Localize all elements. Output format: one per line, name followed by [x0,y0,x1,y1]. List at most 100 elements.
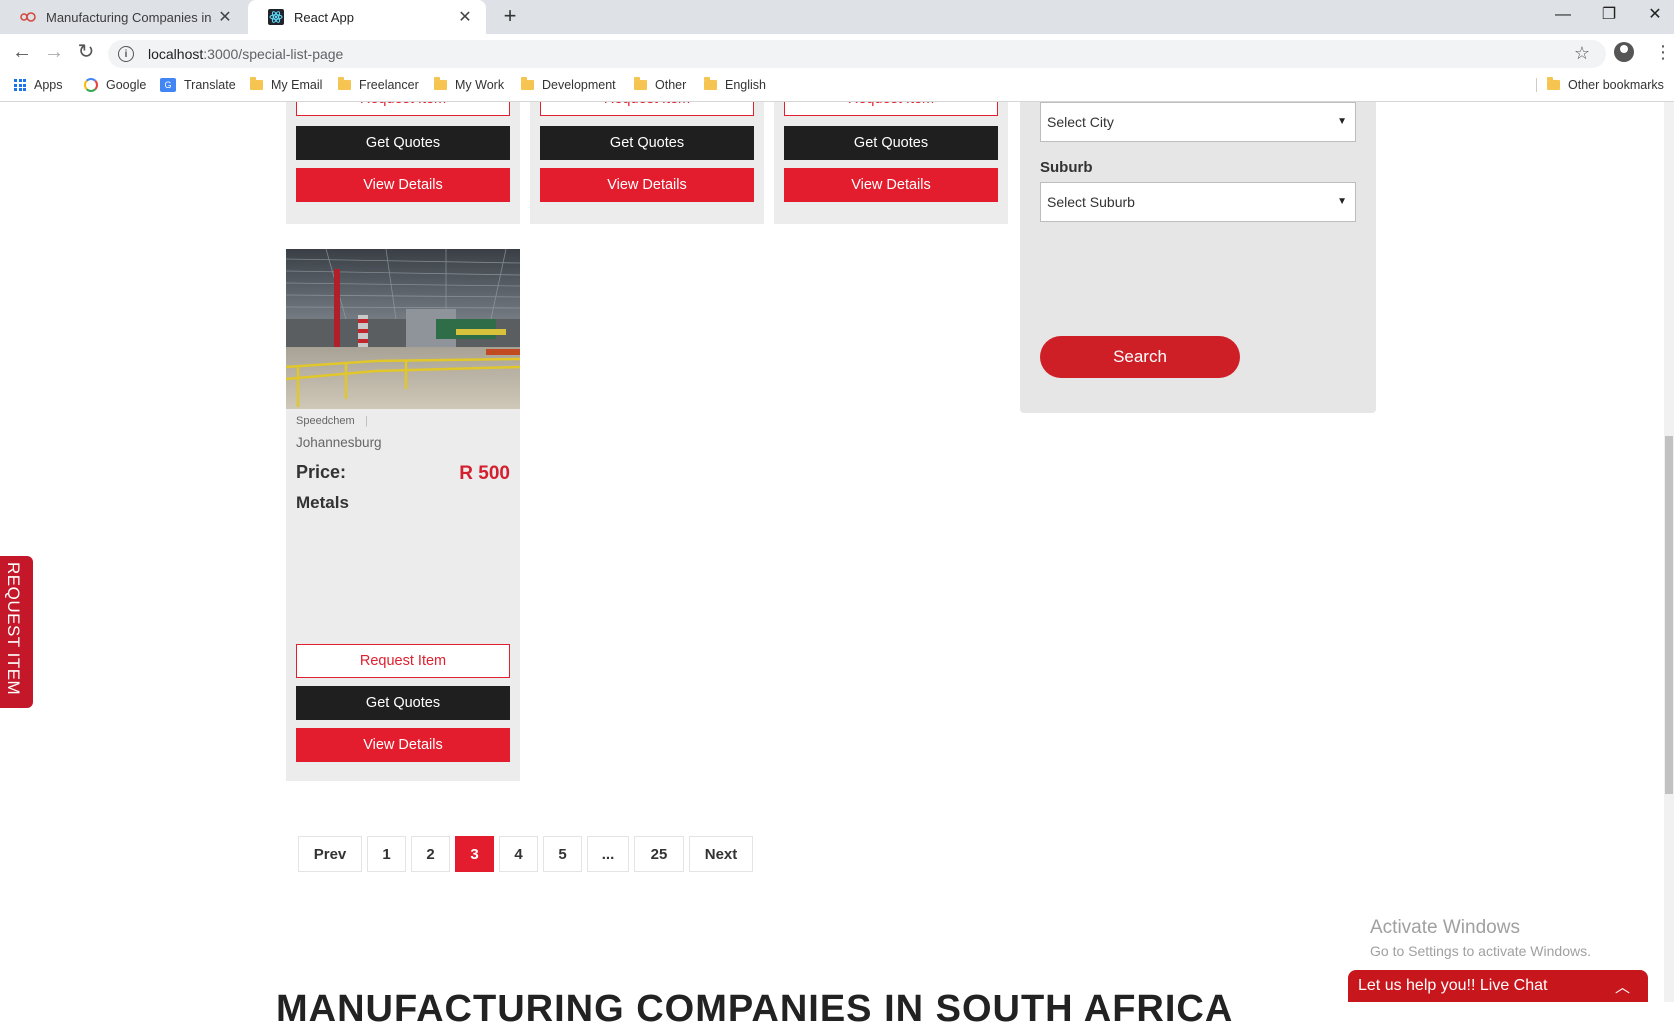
folder-icon [1547,77,1560,90]
bookmark-development[interactable]: Development [521,77,616,92]
bookmark-label: Development [542,78,616,92]
minimize-icon[interactable]: — [1540,0,1586,30]
bookmark-translate[interactable]: G Translate [160,78,236,92]
restore-icon[interactable]: ❐ [1586,0,1632,30]
bookmark-label: My Work [455,78,505,92]
google-icon [84,78,98,92]
watermark-line-2: Go to Settings to activate Windows. [1370,943,1591,959]
request-item-button[interactable]: Request Item [784,102,998,116]
folder-icon [338,77,351,90]
request-item-button[interactable]: Request Item [540,102,754,116]
pagination-page-2[interactable]: 2 [411,836,450,872]
category-label: Metals [296,493,349,512]
folder-icon [704,77,717,90]
folder-icon [250,77,263,90]
request-item-button[interactable]: Request Item [296,644,510,678]
scrollbar-thumb[interactable] [1665,436,1673,794]
city-select-value: Select City [1047,114,1114,130]
location-text: Johannesburg [296,435,382,450]
close-window-icon[interactable]: ✕ [1632,0,1674,30]
view-details-button[interactable]: View Details [296,168,510,202]
activate-windows-watermark: Activate Windows Go to Settings to activ… [1370,917,1591,959]
bookmark-other[interactable]: Other [634,77,687,92]
product-card: Request Item Get Quotes View Details [286,102,520,224]
bookmark-label: My Email [271,78,323,92]
tab-react-app[interactable]: React App ✕ [248,0,486,34]
pagination-page-1[interactable]: 1 [367,836,406,872]
view-details-button[interactable]: View Details [784,168,998,202]
dropdown-arrow-icon: ▼ [1337,196,1347,207]
live-chat-widget[interactable]: Let us help you!! Live Chat ︿ [1348,970,1648,1002]
suburb-select-value: Select Suburb [1047,194,1135,210]
get-quotes-button[interactable]: Get Quotes [296,686,510,720]
close-tab-icon[interactable]: ✕ [216,7,234,27]
bookmark-label: English [725,78,766,92]
warehouse-photo [286,249,520,409]
tab-manufacturing[interactable]: Manufacturing Companies in Sou ✕ [0,0,246,34]
browser-tab-strip: Manufacturing Companies in Sou ✕ React A… [0,0,1674,34]
bookmark-apps[interactable]: Apps [14,78,63,92]
folder-icon [521,77,534,90]
price-value: R 500 [459,463,510,484]
address-bar[interactable]: i localhost:3000/special-list-page ☆ [108,40,1606,68]
bookmark-freelancer[interactable]: Freelancer [338,77,419,92]
site-favicon-icon [20,9,36,25]
pagination-page-25[interactable]: 25 [634,836,684,872]
bookmark-label: Freelancer [359,78,419,92]
chevron-up-icon[interactable]: ︿ [1615,976,1630,997]
bookmark-my-email[interactable]: My Email [250,77,323,92]
url-path: :3000/special-list-page [203,46,344,62]
bookmark-google[interactable]: Google [84,78,146,92]
request-item-button[interactable]: Request Item [296,102,510,116]
separator: | [365,415,368,427]
pagination-next[interactable]: Next [689,836,753,872]
filter-sidebar: Select City ▼ Suburb Select Suburb ▼ Sea… [1020,102,1376,413]
get-quotes-button[interactable]: Get Quotes [296,126,510,160]
pagination-page-5[interactable]: 5 [543,836,582,872]
pagination-page-4[interactable]: 4 [499,836,538,872]
forward-arrow-icon[interactable]: → [42,40,66,64]
product-card: Request Item Get Quotes View Details [530,102,764,224]
dropdown-arrow-icon: ▼ [1337,116,1347,127]
bookmark-label: Other bookmarks [1568,78,1664,92]
back-arrow-icon[interactable]: ← [10,40,34,64]
company-name[interactable]: Speedchem [296,415,355,427]
request-item-side-label: REQUEST ITEM [4,562,23,696]
get-quotes-button[interactable]: Get Quotes [784,126,998,160]
pagination-prev[interactable]: Prev [298,836,362,872]
product-card: Speedchem | Johannesburg Price: R 500 Me… [286,249,520,781]
bookmark-label: Google [106,78,147,92]
tab-title: React App [294,9,354,25]
suburb-label: Suburb [1040,159,1093,176]
bookmark-label: Apps [34,78,63,92]
folder-icon [434,77,447,90]
search-button[interactable]: Search [1040,336,1240,378]
bookmark-english[interactable]: English [704,77,766,92]
apps-grid-icon [14,79,26,91]
city-select[interactable]: Select City ▼ [1040,102,1356,142]
bookmark-my-work[interactable]: My Work [434,77,505,92]
view-details-button[interactable]: View Details [296,728,510,762]
info-icon[interactable]: i [118,46,134,62]
price-label: Price: [296,462,347,482]
bookmark-label: Other [655,78,687,92]
page-viewport: Request Item Get Quotes View Details Req… [0,102,1674,1002]
get-quotes-button[interactable]: Get Quotes [540,126,754,160]
reload-icon[interactable]: ↻ [74,40,98,64]
close-tab-icon[interactable]: ✕ [456,7,474,27]
view-details-button[interactable]: View Details [540,168,754,202]
folder-icon [634,77,647,90]
pagination-page-3-active[interactable]: 3 [455,836,494,872]
new-tab-button[interactable]: + [498,5,522,29]
product-card: Request Item Get Quotes View Details [774,102,1008,224]
suburb-select[interactable]: Select Suburb ▼ [1040,182,1356,222]
url-host: localhost [148,46,204,62]
browser-menu-icon[interactable]: ⋮ [1654,40,1672,64]
bookmarks-bar: Apps Google G Translate My Email Freelan… [0,70,1674,102]
profile-avatar-icon[interactable] [1614,42,1634,62]
bookmark-other-bookmarks[interactable]: Other bookmarks [1536,77,1664,92]
bookmark-label: Translate [184,78,236,92]
translate-icon: G [160,78,176,92]
bookmark-star-icon[interactable]: ☆ [1574,43,1590,64]
request-item-side-tab[interactable]: REQUEST ITEM [0,556,33,708]
